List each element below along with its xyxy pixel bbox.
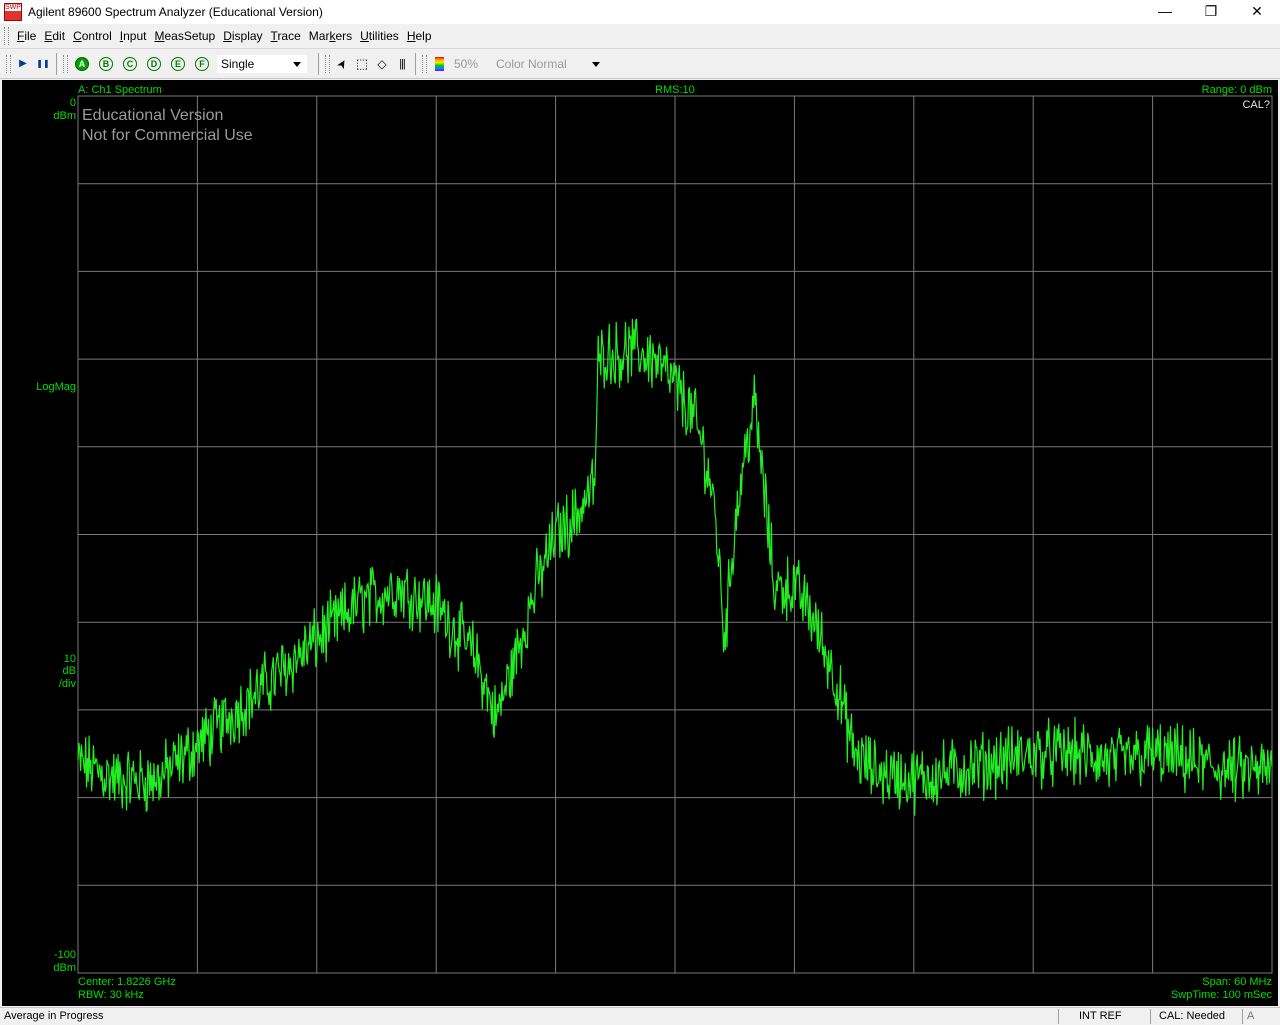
y-scale-unit: dB — [62, 665, 76, 677]
menu-item-text: Mar — [308, 29, 330, 43]
menu-items: File Edit Control Input MeasSetup Display Trac… — [13, 24, 436, 48]
color-mode-select[interactable]: Color Normal — [491, 53, 607, 74]
spectrum-plot[interactable] — [2, 80, 1278, 1006]
menu-item-text: easSetup — [164, 29, 216, 43]
trace-button[interactable]: D — [147, 56, 161, 71]
menu-bar: File Edit Control Input MeasSetup Display Trac… — [0, 24, 1280, 49]
menu-item-text: U — [360, 29, 369, 43]
toolbar-grip[interactable] — [63, 54, 68, 73]
status-message: Average in Progress — [4, 1010, 104, 1022]
center-frequency-label[interactable]: Center: 1.8226 GHz — [78, 976, 176, 988]
y-scale-value: 10 — [63, 653, 76, 665]
color-spectrum-icon[interactable] — [429, 54, 449, 74]
persistence-value: 50% — [454, 56, 479, 71]
menu-item-text: ile — [24, 29, 37, 43]
menu-item-text: elp — [415, 29, 432, 43]
menu-item[interactable]: Trace — [267, 24, 305, 48]
restore-button[interactable]: ❐ — [1188, 0, 1234, 24]
menu-item[interactable]: Edit — [40, 24, 69, 48]
play-icon[interactable]: ▶ — [13, 54, 33, 74]
toolbar-grip[interactable] — [422, 54, 427, 73]
trace-button[interactable]: B — [99, 56, 113, 71]
cal-status: CAL: Needed — [1150, 1009, 1242, 1024]
menu-item[interactable]: Utilities — [356, 24, 403, 48]
menu-item[interactable]: File — [13, 24, 40, 48]
menu-item-text: ers — [335, 29, 353, 43]
menu-item[interactable]: Display — [219, 24, 266, 48]
chevron-down-icon — [592, 61, 600, 67]
toolbar-grip[interactable] — [6, 54, 11, 73]
watermark-line-2: Not for Commercial Use — [82, 127, 253, 144]
menu-item-text: ontrol — [81, 29, 112, 43]
trace-buttons: ABCDEF — [70, 56, 214, 71]
menu-item[interactable]: Control — [69, 24, 116, 48]
toolbar-separator — [318, 52, 322, 75]
toolbar-separator — [56, 52, 60, 75]
trace-button[interactable]: E — [171, 56, 185, 71]
window-title: Agilent 89600 Spectrum Analyzer (Educati… — [28, 5, 323, 19]
menu-item[interactable]: MeasSetup — [150, 24, 219, 48]
range-label[interactable]: Range: 0 dBm — [1202, 84, 1272, 96]
toolbar-separator — [415, 52, 419, 75]
y-format-label[interactable]: LogMag — [36, 381, 76, 393]
close-button[interactable]: ✕ — [1234, 0, 1280, 24]
watermark-line-1: Educational Version — [82, 107, 224, 124]
status-bar: Average in Progress INT REF CAL: Needed … — [0, 1007, 1280, 1025]
trace-display[interactable]: A: Ch1 Spectrum RMS:10 Range: 0 dBm CAL?… — [2, 80, 1278, 1006]
title-bar: SWP Agilent 89600 Spectrum Analyzer (Edu… — [0, 0, 1280, 24]
menu-item-text: isplay — [231, 29, 263, 43]
measurement-mode-select[interactable]: Single — [216, 53, 308, 74]
chevron-down-icon — [293, 61, 301, 67]
trace-button[interactable]: A — [75, 56, 89, 71]
bars-icon[interactable]: ||| — [392, 54, 412, 74]
trace-name: A: Ch1 Spectrum — [78, 84, 162, 96]
rbw-label[interactable]: RBW: 30 kHz — [78, 989, 144, 1001]
averaging-label: RMS:10 — [655, 84, 695, 96]
color-mode-value: Color Normal — [496, 56, 567, 71]
menu-item-text: dit — [52, 29, 66, 43]
app-icon: SWP — [4, 3, 22, 21]
sweep-time-label[interactable]: SwpTime: 100 mSec — [1171, 989, 1272, 1001]
menu-item[interactable]: Help — [403, 24, 436, 48]
trace-button[interactable]: C — [123, 56, 137, 71]
span-label[interactable]: Span: 60 MHz — [1202, 976, 1272, 988]
menu-grip[interactable] — [4, 27, 9, 45]
menu-item-text: C — [73, 29, 82, 43]
persistence-field[interactable]: 50% — [449, 53, 489, 74]
menu-item-text: M — [154, 29, 165, 43]
menu-item[interactable]: Input — [116, 24, 151, 48]
menu-item-text: nput — [123, 29, 147, 43]
cal-indicator: CAL? — [1242, 99, 1270, 111]
y-top-value: 0 — [69, 97, 76, 109]
y-top-unit: dBm — [53, 110, 76, 122]
y-bottom-value: -100 — [53, 949, 76, 961]
zoom-box-icon[interactable]: ⬚ — [352, 54, 372, 74]
y-scale-per-div: /div — [58, 678, 76, 690]
toolbar-run-group: ▶ ❚❚ ABCDEF Single ➤ ⬚ ◇ ||| 50% Color N… — [6, 49, 607, 78]
toolbar: ▶ ❚❚ ABCDEF Single ➤ ⬚ ◇ ||| 50% Color N… — [0, 49, 1280, 79]
y-bottom-unit: dBm — [53, 962, 76, 974]
trace-status: A — [1242, 1009, 1280, 1024]
pause-icon[interactable]: ❚❚ — [33, 54, 53, 74]
measurement-mode-value: Single — [221, 56, 255, 71]
menu-item-text: tilities — [368, 29, 399, 43]
minimize-button[interactable]: — — [1142, 0, 1188, 24]
ref-status: INT REF — [1058, 1009, 1150, 1024]
window-controls: — ❐ ✕ — [1142, 0, 1280, 24]
menu-item-text: race — [277, 29, 301, 43]
menu-item-text: D — [223, 29, 232, 43]
menu-item[interactable]: Markers — [305, 24, 356, 48]
marker-icon[interactable]: ◇ — [372, 54, 392, 74]
trace-button[interactable]: F — [195, 56, 209, 71]
